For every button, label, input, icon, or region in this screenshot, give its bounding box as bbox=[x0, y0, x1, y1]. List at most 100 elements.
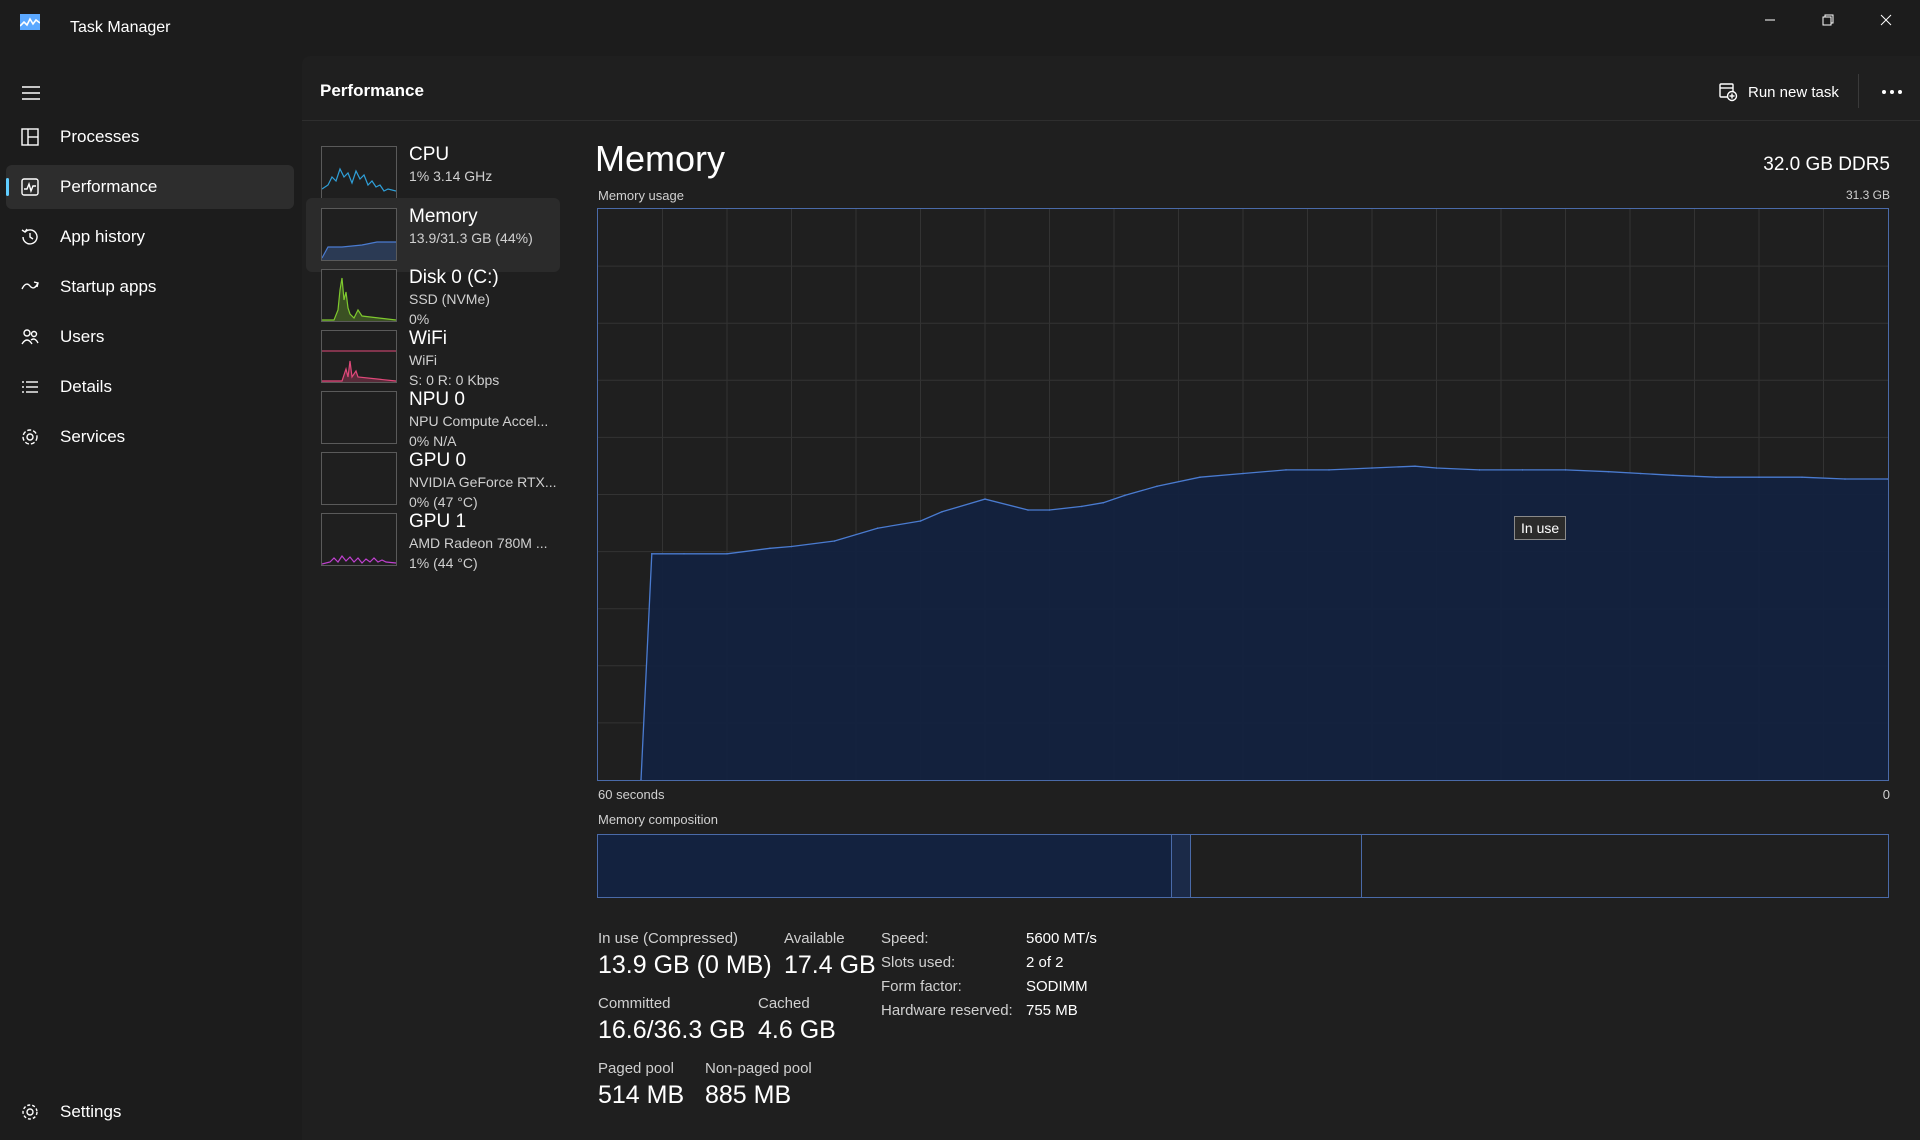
sidebar-item-label: App history bbox=[60, 227, 146, 246]
title-bar: Task Manager bbox=[0, 0, 1920, 56]
memory-title: Memory bbox=[595, 138, 726, 179]
memory-usage-point bbox=[1607, 470, 1610, 473]
sidebar-item-details[interactable]: Details bbox=[6, 365, 294, 409]
sidebar-item-label: Details bbox=[60, 377, 112, 396]
memory-usage-point bbox=[1124, 494, 1126, 497]
spec-value: 2 of 2 bbox=[1026, 954, 1064, 971]
sidebar-item-performance[interactable]: Performance bbox=[6, 165, 294, 209]
resource-name: WiFi bbox=[409, 328, 447, 349]
memory-usage-point bbox=[1242, 472, 1244, 475]
stat-value: 514 MB bbox=[598, 1081, 685, 1109]
more-icon bbox=[1882, 90, 1902, 94]
composition-modified bbox=[1172, 835, 1192, 897]
time-axis-end: 0 bbox=[1882, 787, 1890, 802]
sidebar-item-users[interactable]: Users bbox=[6, 315, 294, 359]
resource-name: CPU bbox=[409, 144, 450, 165]
users-icon bbox=[21, 329, 39, 345]
sidebar-item-label: Services bbox=[60, 427, 126, 446]
sidebar-item-label: Processes bbox=[60, 127, 140, 146]
memory-usage-point bbox=[1328, 469, 1330, 471]
sidebar-item-startup-apps[interactable]: Startup apps bbox=[6, 265, 294, 309]
sidebar-item-services[interactable]: Services bbox=[6, 415, 294, 459]
resource-name: Disk 0 (C:) bbox=[409, 267, 499, 288]
stat-label: Cached bbox=[758, 995, 810, 1012]
gear-icon bbox=[22, 1104, 38, 1120]
history-icon bbox=[21, 228, 38, 245]
thumbnail-sparkline bbox=[322, 167, 396, 192]
minimize-button[interactable] bbox=[1742, 0, 1798, 40]
memory-usage-point bbox=[941, 511, 943, 513]
services-icon bbox=[22, 429, 38, 445]
memory-usage-point bbox=[1435, 467, 1438, 469]
spec-value: 755 MB bbox=[1026, 1002, 1078, 1019]
task-manager-icon bbox=[20, 14, 40, 30]
startup-icon bbox=[21, 281, 39, 290]
memory-usage-point bbox=[1102, 501, 1105, 504]
resource-name: GPU 1 bbox=[409, 511, 467, 532]
memory-composition-label: Memory composition bbox=[598, 812, 718, 827]
spec-speed: Speed: 5600 MT/s bbox=[881, 930, 1201, 950]
run-task-icon bbox=[1719, 83, 1738, 102]
page-title: Performance bbox=[320, 81, 424, 100]
memory-usage-point bbox=[984, 498, 986, 500]
memory-usage-point bbox=[1048, 509, 1051, 511]
spec-value: 5600 MT/s bbox=[1026, 930, 1097, 947]
memory-type: 32.0 GB DDR5 bbox=[1763, 154, 1890, 175]
resource-subtitle: NVIDIA GeForce RTX... bbox=[409, 474, 557, 490]
restore-button[interactable] bbox=[1800, 0, 1856, 40]
sidebar-item-app-history[interactable]: App history bbox=[6, 215, 294, 259]
thumbnail-area bbox=[322, 361, 396, 382]
memory-usage-point bbox=[683, 553, 685, 555]
minimize-icon bbox=[1765, 19, 1775, 21]
time-axis-start: 60 seconds bbox=[598, 787, 665, 802]
performance-icon bbox=[21, 178, 39, 196]
resource-thumbnail-graph bbox=[321, 269, 397, 322]
stat-label: Paged pool bbox=[598, 1060, 674, 1077]
resource-thumbnail-graph bbox=[321, 330, 397, 383]
memory-usage-point bbox=[1521, 469, 1524, 471]
sidebar-item-label: Users bbox=[60, 327, 105, 346]
more-options-button[interactable] bbox=[1876, 76, 1908, 108]
memory-usage-point bbox=[833, 540, 836, 542]
resource-thumbnail-graph bbox=[321, 146, 397, 199]
spec-label: Slots used: bbox=[881, 954, 956, 971]
resource-thumbnail-graph bbox=[321, 391, 397, 444]
stat-in-use: In use (Compressed) 13.9 GB (0 MB) bbox=[598, 930, 772, 980]
stat-label: Available bbox=[784, 930, 845, 947]
memory-usage-point bbox=[1081, 505, 1083, 508]
sidebar-item-label: Performance bbox=[60, 177, 158, 196]
memory-usage-point bbox=[1027, 509, 1029, 511]
run-new-task-button[interactable]: Run new task bbox=[1718, 76, 1839, 108]
restore-icon bbox=[1822, 14, 1834, 26]
stat-value: 885 MB bbox=[705, 1081, 792, 1109]
stat-label: Committed bbox=[598, 995, 671, 1012]
memory-usage-point bbox=[651, 553, 653, 555]
resource-subtitle: 1% 3.14 GHz bbox=[409, 168, 493, 184]
memory-usage-point bbox=[876, 527, 879, 529]
memory-usage-point bbox=[1758, 476, 1760, 479]
stat-non-paged-pool: Non-paged pool 885 MB bbox=[705, 1060, 812, 1110]
page-header: Performance Run new task bbox=[302, 56, 1920, 121]
thumbnail-area bbox=[322, 278, 396, 321]
settings-label: Settings bbox=[60, 1102, 122, 1121]
resource-subtitle: WiFi bbox=[409, 352, 437, 368]
spec-hardware-reserved: Hardware reserved: 755 MB bbox=[881, 1002, 1201, 1022]
thumbnail-sparkline bbox=[322, 392, 396, 443]
close-button[interactable] bbox=[1858, 0, 1914, 40]
spec-form-factor: Form factor: SODIMM bbox=[881, 978, 1201, 998]
spec-label: Form factor: bbox=[881, 978, 962, 995]
hamburger-menu-icon[interactable] bbox=[18, 80, 44, 106]
active-indicator bbox=[6, 178, 9, 196]
memory-usage-chart bbox=[598, 209, 1889, 781]
spec-value: SODIMM bbox=[1026, 978, 1088, 995]
sidebar-item-label: Startup apps bbox=[60, 277, 157, 296]
resource-subtitle: AMD Radeon 780M ... bbox=[409, 535, 548, 551]
sidebar-item-processes[interactable]: Processes bbox=[6, 115, 294, 159]
resource-item-gpu-1[interactable]: GPU 1 AMD Radeon 780M ... 1% (44 °C) bbox=[306, 503, 560, 577]
memory-usage-point bbox=[1672, 474, 1674, 477]
composition-free bbox=[1362, 835, 1888, 897]
run-new-task-label: Run new task bbox=[1748, 83, 1839, 101]
spec-label: Speed: bbox=[881, 930, 929, 947]
sidebar-item-settings[interactable]: Settings bbox=[6, 1090, 294, 1134]
stat-value: 16.6/36.3 GB bbox=[598, 1016, 746, 1044]
